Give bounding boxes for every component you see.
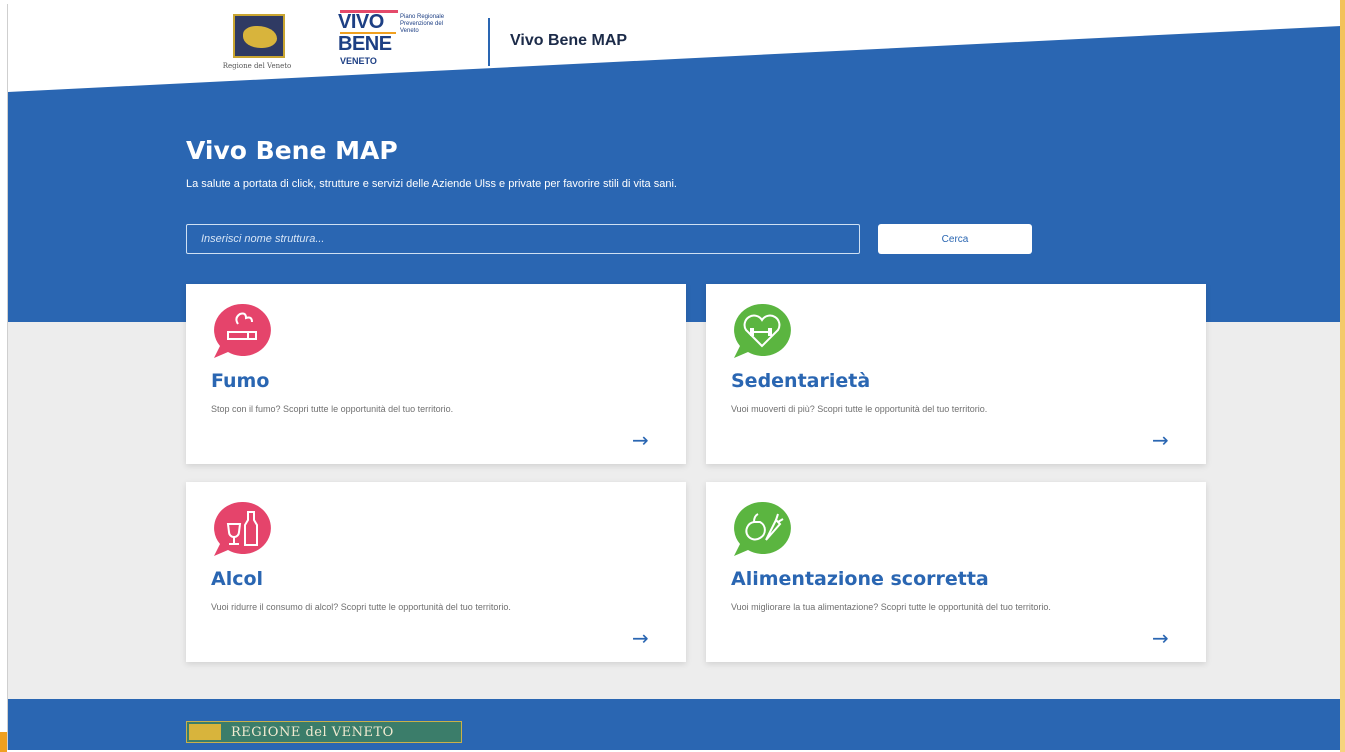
logo-bene: BENE	[338, 33, 392, 55]
footer-regione-logo[interactable]: REGIONE del VENETO	[186, 721, 462, 743]
card-title: Sedentarietà	[731, 370, 871, 392]
card-description: Stop con il fumo? Scopri tutte le opport…	[211, 404, 454, 414]
logo-tagline: Piano Regionale Prevenzione del Veneto	[400, 14, 445, 34]
arrow-right-icon[interactable]: →	[632, 430, 649, 450]
lion-crest-icon	[233, 14, 285, 58]
apple-carrot-icon	[734, 501, 791, 556]
card-title: Fumo	[211, 370, 270, 392]
corner-accent	[0, 732, 7, 752]
arrow-right-icon[interactable]: →	[632, 628, 649, 648]
card-description: Vuoi migliorare la tua alimentazione? Sc…	[731, 602, 1051, 612]
lion-crest-icon	[189, 724, 221, 740]
footer: REGIONE del VENETO	[8, 699, 1341, 750]
category-card-alcol[interactable]: Alcol Vuoi ridurre il consumo di alcol? …	[186, 482, 686, 662]
arrow-right-icon[interactable]: →	[1152, 628, 1169, 648]
page-subtitle: La salute a portata di click, strutture …	[186, 178, 677, 190]
category-card-fumo[interactable]: Fumo Stop con il fumo? Scopri tutte le o…	[186, 284, 686, 464]
logo-veneto: VENETO	[340, 56, 377, 66]
right-edge-accent	[1340, 0, 1345, 752]
card-description: Vuoi ridurre il consumo di alcol? Scopri…	[211, 602, 511, 612]
app-title[interactable]: Vivo Bene MAP	[510, 32, 627, 50]
regione-caption: Regione del Veneto	[222, 62, 292, 70]
search-input[interactable]	[186, 224, 860, 254]
heart-dumbbell-icon	[734, 303, 791, 358]
logo-vivo: VIVO	[338, 11, 384, 33]
card-description: Vuoi muoverti di più? Scopri tutte le op…	[731, 404, 988, 414]
regione-veneto-logo[interactable]: Regione del Veneto	[213, 12, 301, 72]
cigarette-icon	[214, 303, 271, 358]
search-button[interactable]: Cerca	[878, 224, 1032, 254]
footer-logo-text: REGIONE del VENETO	[231, 725, 394, 740]
vivo-bene-logo[interactable]: VIVO BENE VENETO Piano Regionale Prevenz…	[338, 10, 478, 74]
arrow-right-icon[interactable]: →	[1152, 430, 1169, 450]
header-divider	[488, 18, 490, 66]
category-card-sedentarieta[interactable]: Sedentarietà Vuoi muoverti di più? Scopr…	[706, 284, 1206, 464]
page-frame: Regione del Veneto VIVO BENE VENETO Pian…	[7, 4, 1341, 750]
card-title: Alcol	[211, 568, 264, 590]
card-title: Alimentazione scorretta	[731, 568, 989, 590]
page-title: Vivo Bene MAP	[186, 136, 398, 165]
wine-bottle-icon	[214, 501, 271, 556]
category-card-alimentazione[interactable]: Alimentazione scorretta Vuoi migliorare …	[706, 482, 1206, 662]
